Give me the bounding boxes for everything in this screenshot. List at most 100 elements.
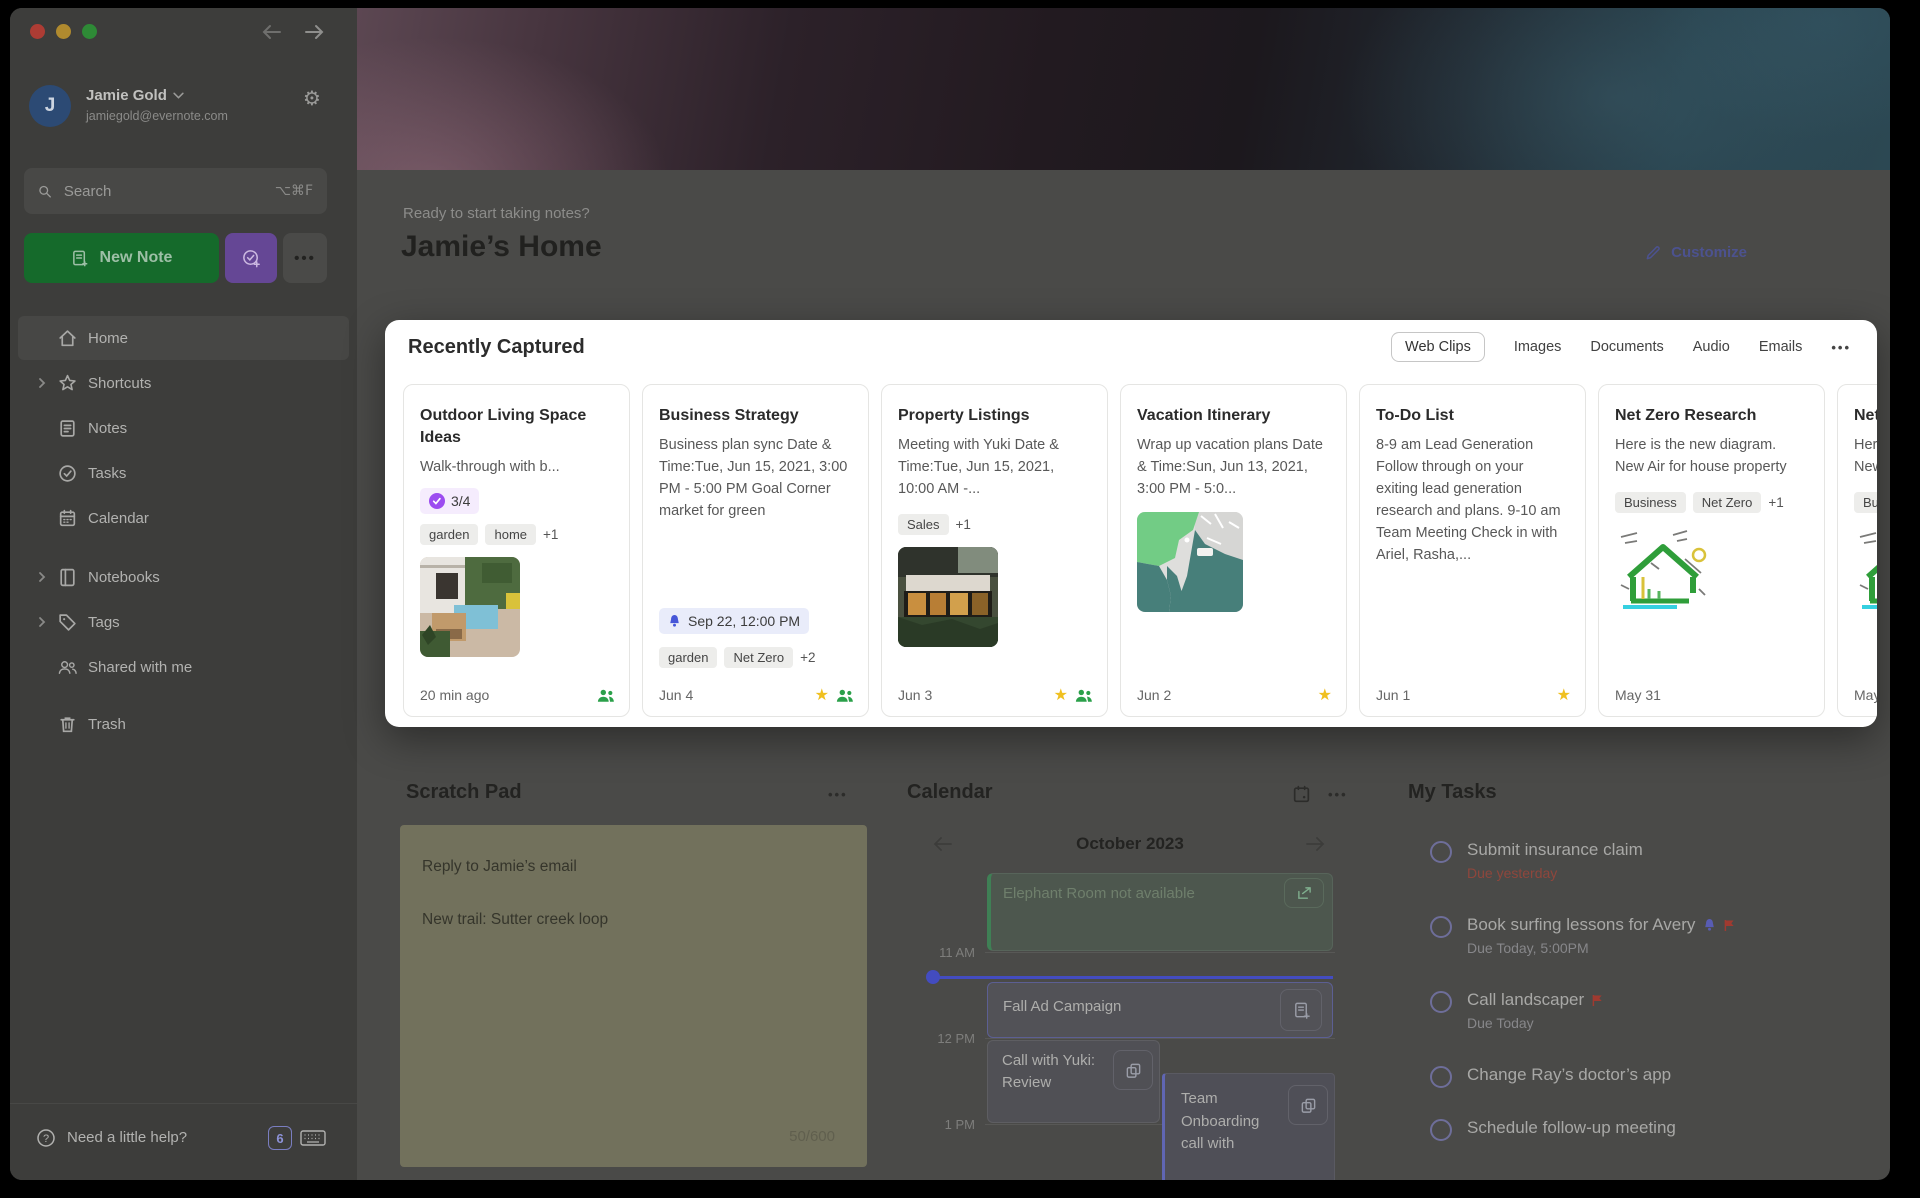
current-time-line xyxy=(938,976,1333,979)
sidebar-item-trash[interactable]: Trash xyxy=(18,702,349,746)
note-add-icon xyxy=(71,249,90,268)
prev-month-icon[interactable] xyxy=(931,832,955,856)
task-row[interactable]: Change Ray’s doctor’s app xyxy=(1430,1065,1870,1085)
task-add-icon xyxy=(241,248,262,269)
character-counter: 50/600 xyxy=(789,1128,835,1145)
note-card[interactable]: Property Listings Meeting with Yuki Date… xyxy=(881,384,1108,717)
hour-gridline xyxy=(985,1038,1335,1039)
history-forward-icon[interactable] xyxy=(302,20,326,44)
tag-pill[interactable]: Sales xyxy=(898,514,949,535)
sidebar-item-tasks[interactable]: Tasks xyxy=(18,451,349,495)
scratch-pad-more-button[interactable]: ••• xyxy=(828,787,848,802)
tag-pill[interactable]: Net Zero xyxy=(1693,492,1762,513)
task-checkbox[interactable] xyxy=(1430,1066,1452,1088)
task-row[interactable]: Call landscaper Due Today xyxy=(1430,990,1870,1031)
tags-overflow: +1 xyxy=(956,517,971,532)
widget-more-button[interactable]: ••• xyxy=(1831,340,1851,355)
customize-button[interactable]: Customize xyxy=(1645,244,1747,261)
new-note-button[interactable]: New Note xyxy=(24,233,219,283)
tag-pill[interactable]: Business xyxy=(1615,492,1686,513)
sidebar-item-home[interactable]: Home xyxy=(18,316,349,360)
calendar-share-icon[interactable] xyxy=(1284,878,1324,908)
note-card[interactable]: Net Zero Research Here is the new diagra… xyxy=(1598,384,1825,717)
sidebar-item-calendar[interactable]: Calendar xyxy=(18,496,349,540)
calendar-event-fall-ad-campaign[interactable]: Fall Ad Campaign xyxy=(987,982,1333,1038)
note-date: May 31 xyxy=(1615,687,1661,703)
tab-audio[interactable]: Audio xyxy=(1693,339,1730,355)
sidebar-item-notebooks[interactable]: Notebooks xyxy=(18,555,349,599)
close-window-button[interactable] xyxy=(30,24,45,39)
note-add-icon[interactable] xyxy=(1280,989,1322,1031)
note-card[interactable]: Business Strategy Business plan sync Dat… xyxy=(642,384,869,717)
sidebar-item-shortcuts[interactable]: Shortcuts xyxy=(18,361,349,405)
chevron-right-icon[interactable] xyxy=(36,616,48,628)
copy-icon[interactable] xyxy=(1288,1085,1328,1125)
shared-icon xyxy=(836,688,854,703)
search-box[interactable]: ⌥⌘F xyxy=(24,168,327,214)
calendar-more-button[interactable]: ••• xyxy=(1328,787,1348,802)
task-checkbox[interactable] xyxy=(1430,1119,1452,1141)
notebook-icon xyxy=(57,567,78,588)
note-card[interactable]: Net Zero Research Here is the new diagra… xyxy=(1837,384,1877,717)
sidebar-item-shared-with-me[interactable]: Shared with me xyxy=(18,645,349,689)
starred-icon: ★ xyxy=(1318,687,1332,703)
calendar-event-team-onboarding[interactable]: Team Onboarding call with xyxy=(1162,1073,1335,1180)
account-email: jamiegold@evernote.com xyxy=(86,109,228,123)
calendar-event-elephant-room[interactable]: Elephant Room not available xyxy=(987,873,1333,951)
calendar-small-icon[interactable] xyxy=(1291,784,1312,805)
calendar-month-label: October 2023 xyxy=(970,834,1290,854)
bell-icon xyxy=(668,614,681,628)
gear-icon[interactable]: ⚙ xyxy=(303,86,321,110)
tag-pill[interactable]: garden xyxy=(420,524,478,545)
sidebar-item-notes[interactable]: Notes xyxy=(18,406,349,450)
header-banner-image xyxy=(357,8,1890,170)
sidebar-item-tags[interactable]: Tags xyxy=(18,600,349,644)
search-input[interactable] xyxy=(62,182,265,201)
task-checkbox[interactable] xyxy=(1430,916,1452,938)
tags-overflow: +2 xyxy=(800,650,815,665)
chevron-right-icon[interactable] xyxy=(36,377,48,389)
notification-badge[interactable]: 6 xyxy=(268,1126,292,1150)
tab-web-clips[interactable]: Web Clips xyxy=(1391,332,1485,362)
minimize-window-button[interactable] xyxy=(56,24,71,39)
next-month-icon[interactable] xyxy=(1303,832,1327,856)
tab-emails[interactable]: Emails xyxy=(1759,339,1803,355)
scratch-pad-note[interactable]: Reply to Jamie’s email New trail: Sutter… xyxy=(400,825,867,1167)
task-checkbox[interactable] xyxy=(1430,841,1452,863)
tag-pill[interactable]: Business xyxy=(1854,492,1877,513)
note-card[interactable]: To-Do List 8-9 am Lead Generation Follow… xyxy=(1359,384,1586,717)
account-menu[interactable]: Jamie Gold xyxy=(86,87,184,104)
note-date: Jun 1 xyxy=(1376,687,1410,703)
pencil-icon xyxy=(1645,244,1662,261)
calendar-event-call-with-yuki[interactable]: Call with Yuki: Review xyxy=(987,1040,1160,1123)
evernote-window: J Jamie Gold jamiegold@evernote.com ⚙ ⌥⌘… xyxy=(10,8,1890,1180)
tab-documents[interactable]: Documents xyxy=(1590,339,1663,355)
note-card[interactable]: Vacation Itinerary Wrap up vacation plan… xyxy=(1120,384,1347,717)
copy-icon[interactable] xyxy=(1113,1050,1153,1090)
avatar[interactable]: J xyxy=(29,85,71,127)
hour-gridline xyxy=(985,952,1335,953)
chevron-right-icon[interactable] xyxy=(36,571,48,583)
tab-images[interactable]: Images xyxy=(1514,339,1562,355)
time-label: 1 PM xyxy=(915,1117,975,1132)
widget-title: Recently Captured xyxy=(408,336,585,359)
tag-pill[interactable]: home xyxy=(485,524,536,545)
task-checkbox[interactable] xyxy=(1430,991,1452,1013)
check-circle-icon xyxy=(57,463,78,484)
task-row[interactable]: Book surfing lessons for Avery Due Today… xyxy=(1430,915,1870,956)
tag-pill[interactable]: garden xyxy=(659,647,717,668)
bell-icon xyxy=(1703,918,1716,932)
tag-pill[interactable]: Net Zero xyxy=(724,647,793,668)
sidebar-more-button[interactable]: ••• xyxy=(283,233,327,283)
task-row[interactable]: Schedule follow-up meeting xyxy=(1430,1118,1870,1138)
new-task-button[interactable] xyxy=(225,233,277,283)
people-icon xyxy=(57,657,78,678)
task-row[interactable]: Submit insurance claim Due yesterday xyxy=(1430,840,1870,881)
zoom-window-button[interactable] xyxy=(82,24,97,39)
scratch-pad-title: Scratch Pad xyxy=(406,781,522,804)
keyboard-icon[interactable] xyxy=(300,1129,326,1147)
question-circle-icon[interactable]: ? xyxy=(36,1128,56,1148)
history-back-icon[interactable] xyxy=(260,20,284,44)
note-card[interactable]: Outdoor Living Space Ideas Walk-through … xyxy=(403,384,630,717)
help-label[interactable]: Need a little help? xyxy=(67,1129,187,1146)
